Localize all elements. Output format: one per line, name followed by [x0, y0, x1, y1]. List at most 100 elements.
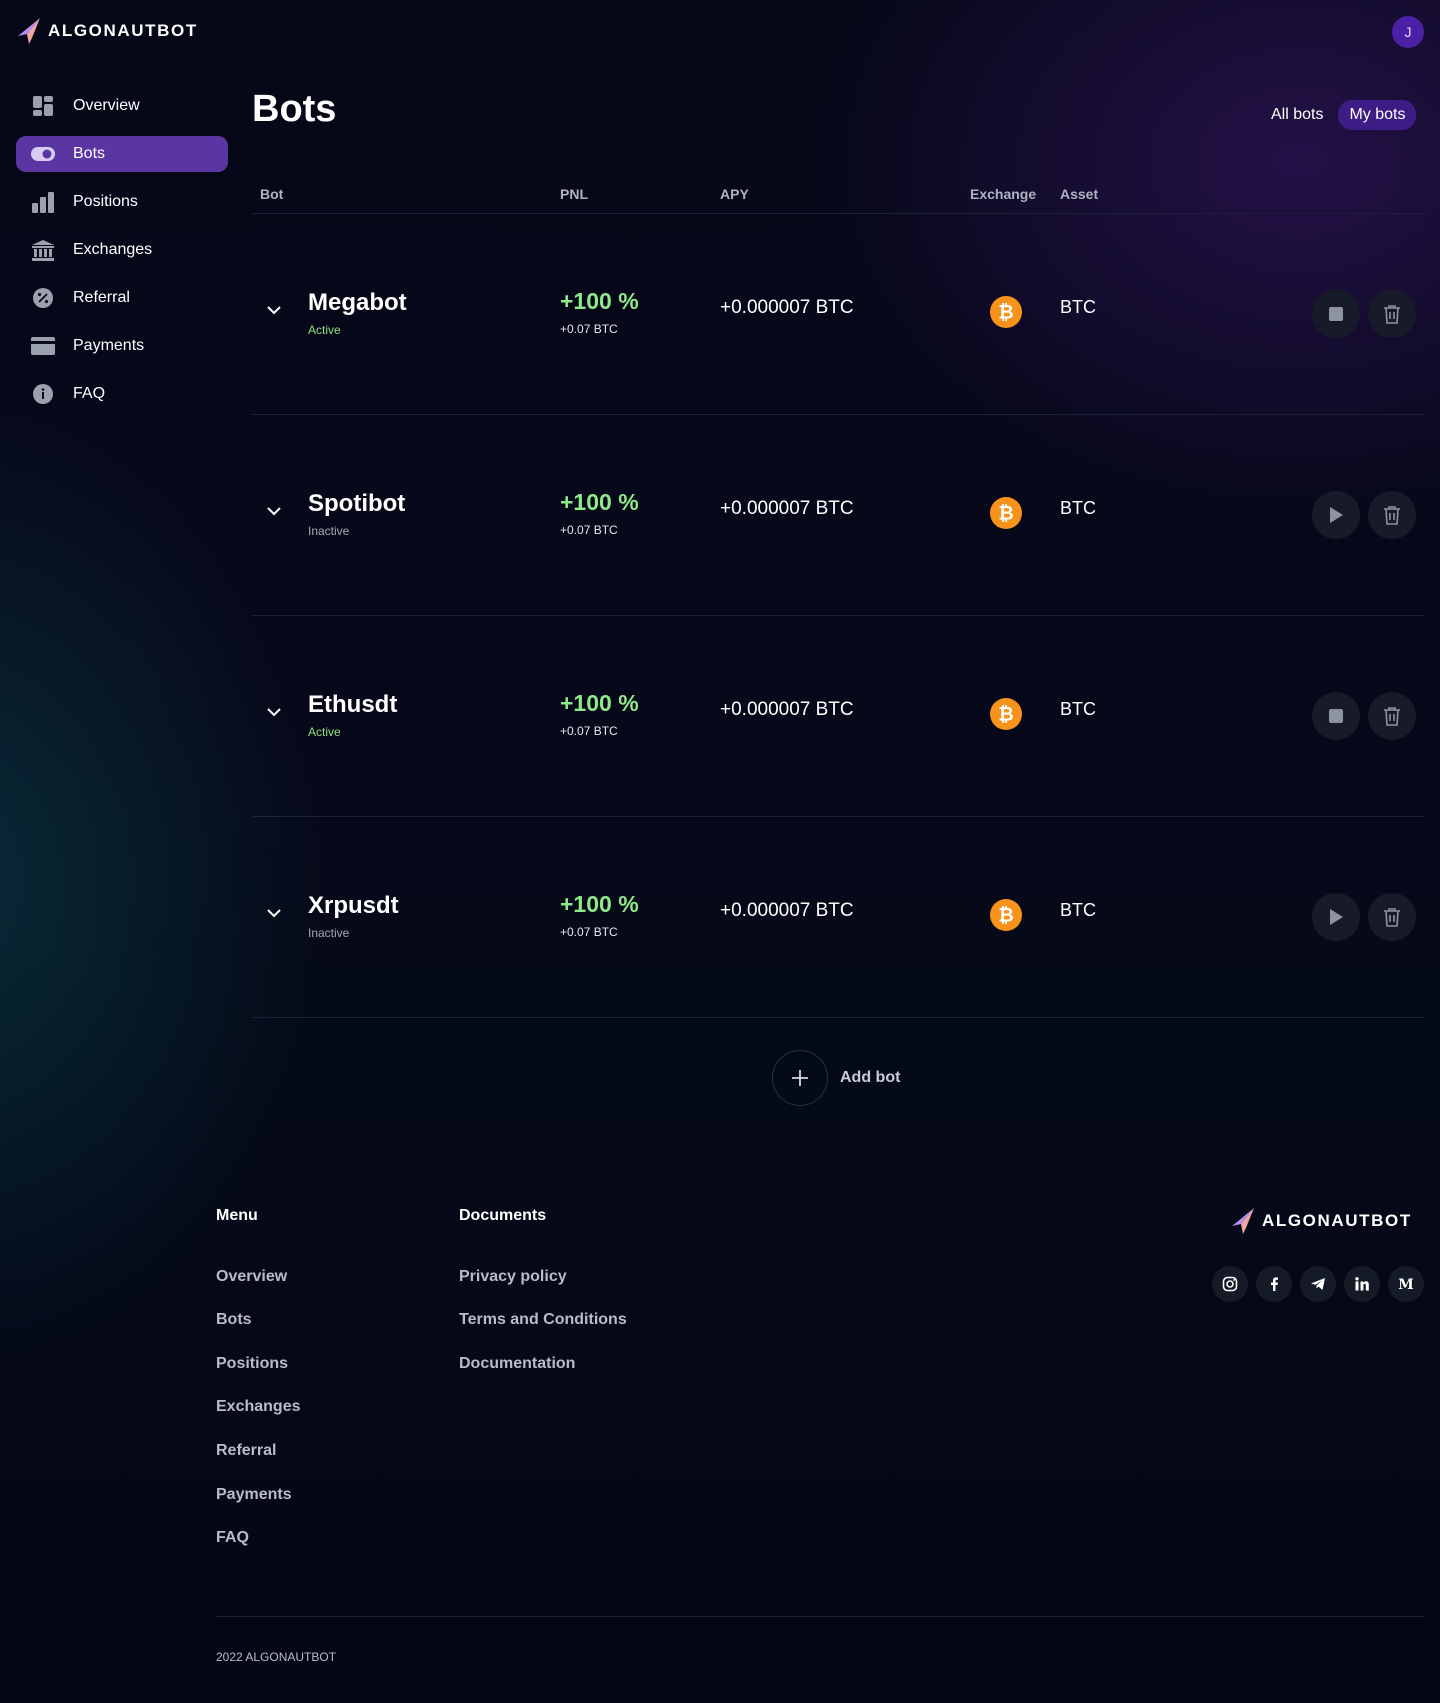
svg-text:₿: ₿: [998, 503, 1013, 525]
my-bots-button[interactable]: My bots: [1338, 100, 1417, 130]
footer-link-documentation[interactable]: Documentation: [459, 1355, 575, 1373]
bitcoin-icon: ₿: [990, 698, 1022, 730]
pnl-value: +0.07 BTC: [560, 322, 618, 336]
trash-icon: [1384, 305, 1400, 324]
footer-link-payments[interactable]: Payments: [216, 1486, 292, 1504]
footer-divider: [216, 1616, 1424, 1617]
play-button[interactable]: [1312, 893, 1360, 941]
column-header-exchange: Exchange: [970, 186, 1037, 202]
pnl-value: +0.07 BTC: [560, 724, 618, 738]
footer-link-positions[interactable]: Positions: [216, 1355, 288, 1373]
delete-button[interactable]: [1368, 290, 1416, 338]
info-icon: [31, 382, 55, 406]
delete-button[interactable]: [1368, 893, 1416, 941]
sidebar-item-label: FAQ: [73, 385, 106, 402]
stop-button[interactable]: [1312, 692, 1360, 740]
bank-icon: [31, 238, 55, 262]
instagram-icon[interactable]: [1212, 1266, 1248, 1302]
footer-link-overview[interactable]: Overview: [216, 1268, 287, 1286]
asset-value: BTC: [1060, 900, 1096, 920]
delete-button[interactable]: [1368, 491, 1416, 539]
apy-value: +0.000007 BTC: [720, 498, 854, 519]
linkedin-icon[interactable]: [1344, 1266, 1380, 1302]
card-icon: [31, 334, 55, 358]
table-row: Xrpusdt Inactive +100 % +0.07 BTC +0.000…: [252, 817, 1424, 1018]
sidebar-item-label: Bots: [73, 145, 106, 162]
chevron-down-icon[interactable]: [264, 903, 284, 923]
svg-text:₿: ₿: [998, 905, 1013, 927]
stop-button[interactable]: [1312, 290, 1360, 338]
bot-name: Xrpusdt: [308, 892, 399, 919]
all-bots-button[interactable]: All bots: [1260, 100, 1334, 130]
sidebar-item-bots[interactable]: Bots: [16, 136, 228, 172]
copyright: 2022 ALGONAUTBOT: [216, 1650, 337, 1664]
table-row: Megabot Active +100 % +0.07 BTC +0.00000…: [252, 214, 1424, 415]
sidebar-item-faq[interactable]: FAQ: [16, 376, 228, 412]
chevron-down-icon[interactable]: [264, 501, 284, 521]
table-row: Ethusdt Active +100 % +0.07 BTC +0.00000…: [252, 616, 1424, 817]
column-header-bot: Bot: [260, 186, 284, 202]
social-links: M: [1212, 1266, 1424, 1302]
trash-icon: [1384, 707, 1400, 726]
play-icon: [1330, 507, 1343, 523]
footer-link-privacy[interactable]: Privacy policy: [459, 1268, 567, 1286]
trash-icon: [1384, 506, 1400, 525]
sidebar-item-payments[interactable]: Payments: [16, 328, 228, 364]
footer-brand-name: ALGONAUTBOT: [1262, 1211, 1412, 1230]
column-header-asset: Asset: [1060, 186, 1099, 202]
apy-value: +0.000007 BTC: [720, 699, 854, 720]
plus-icon: [772, 1050, 828, 1106]
sidebar-item-label: Referral: [73, 289, 130, 306]
sidebar-item-exchanges[interactable]: Exchanges: [16, 232, 228, 268]
column-header-apy: APY: [720, 186, 749, 202]
trash-icon: [1384, 908, 1400, 927]
svg-text:₿: ₿: [998, 704, 1013, 726]
play-button[interactable]: [1312, 491, 1360, 539]
add-bot-button[interactable]: Add bot: [772, 1050, 900, 1106]
footer-link-terms[interactable]: Terms and Conditions: [459, 1311, 627, 1329]
bots-table: Bot PNL APY Exchange Asset Megabot Activ…: [252, 176, 1424, 1018]
delete-button[interactable]: [1368, 692, 1416, 740]
stop-icon: [1329, 307, 1343, 321]
brand-logo[interactable]: ALGONAUTBOT: [16, 16, 198, 46]
svg-text:M: M: [1398, 1277, 1414, 1292]
pnl-value: +0.07 BTC: [560, 925, 618, 939]
asset-value: BTC: [1060, 699, 1096, 719]
chevron-down-icon[interactable]: [264, 300, 284, 320]
footer-link-faq[interactable]: FAQ: [216, 1529, 249, 1547]
bar-chart-icon: [31, 190, 55, 214]
footer-brand-logo[interactable]: ALGONAUTBOT: [1230, 1206, 1412, 1236]
sidebar-item-label: Overview: [73, 97, 140, 114]
asset-value: BTC: [1060, 297, 1096, 317]
rocket-logo-icon: [1232, 1208, 1254, 1234]
status-badge: Inactive: [308, 926, 350, 940]
pnl-percent: +100 %: [560, 288, 639, 314]
sidebar-item-label: Payments: [73, 337, 145, 354]
sidebar-item-referral[interactable]: Referral: [16, 280, 228, 316]
bot-name: Spotibot: [308, 490, 406, 517]
sidebar-item-positions[interactable]: Positions: [16, 184, 228, 220]
chevron-down-icon[interactable]: [264, 702, 284, 722]
bot-filter: All bots My bots: [1260, 100, 1417, 130]
sidebar-item-overview[interactable]: Overview: [16, 88, 228, 124]
footer-link-exchanges[interactable]: Exchanges: [216, 1398, 300, 1416]
footer-link-bots[interactable]: Bots: [216, 1311, 252, 1329]
footer-link-referral[interactable]: Referral: [216, 1442, 276, 1460]
percent-icon: [31, 286, 55, 310]
status-badge: Active: [308, 725, 341, 739]
user-avatar[interactable]: J: [1392, 16, 1424, 48]
bitcoin-icon: ₿: [990, 296, 1022, 328]
medium-icon[interactable]: M: [1388, 1266, 1424, 1302]
bitcoin-icon: ₿: [990, 899, 1022, 931]
table-row: Spotibot Inactive +100 % +0.07 BTC +0.00…: [252, 415, 1424, 616]
column-header-pnl: PNL: [560, 186, 588, 202]
page-title: Bots: [252, 88, 337, 130]
apy-value: +0.000007 BTC: [720, 297, 854, 318]
status-badge: Active: [308, 323, 341, 337]
facebook-icon[interactable]: [1256, 1266, 1292, 1302]
table-header: Bot PNL APY Exchange Asset: [252, 176, 1424, 214]
bot-name: Ethusdt: [308, 691, 398, 718]
status-badge: Inactive: [308, 524, 350, 538]
telegram-icon[interactable]: [1300, 1266, 1336, 1302]
brand-name: ALGONAUTBOT: [48, 21, 198, 40]
